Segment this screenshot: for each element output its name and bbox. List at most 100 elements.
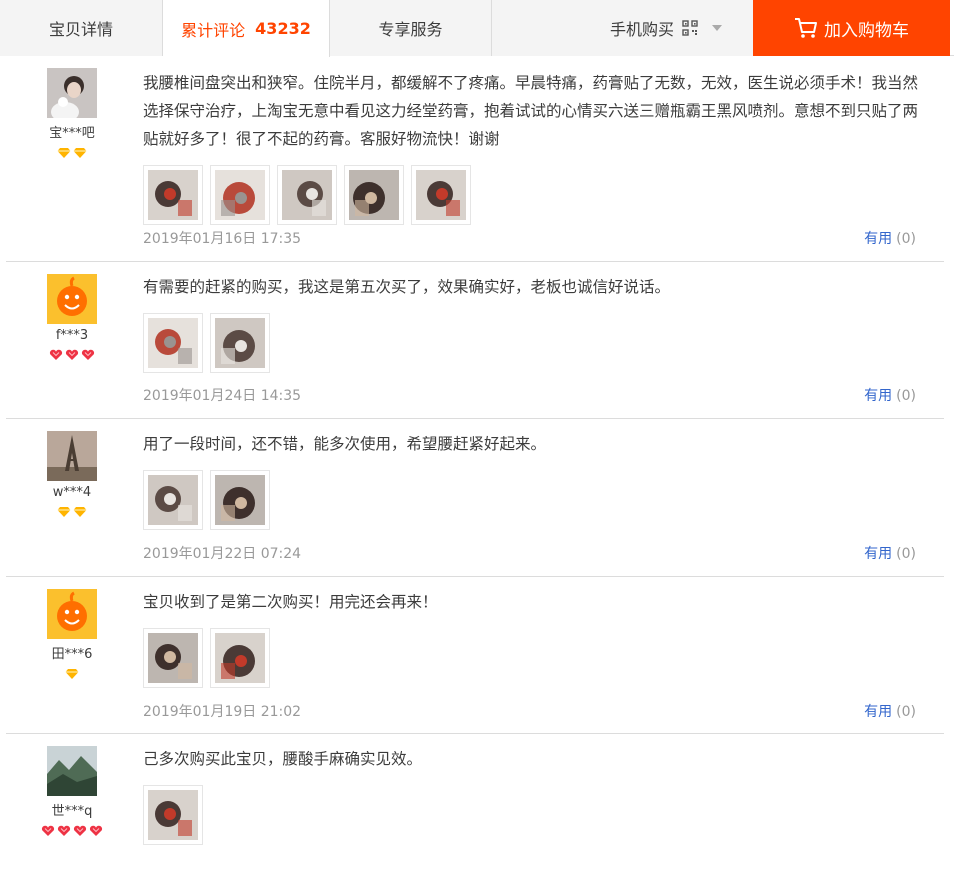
- review-photos: [143, 470, 933, 530]
- review-item: f***3 有需要的赶紧的购买，我这是第五次买了，效果确实好，老板也诚信好说话。…: [6, 262, 944, 419]
- review-date: 2019年01月24日 14:35: [143, 388, 302, 404]
- photo-image: [148, 790, 198, 840]
- reviewer-info: w***4: [6, 431, 138, 520]
- useful-button[interactable]: 有用 (0): [864, 543, 916, 563]
- avatar: [47, 746, 97, 796]
- tab-reviews-label: 累计评论: [181, 20, 246, 40]
- reviewer-nick: 世***q: [51, 804, 93, 819]
- photo-image: [215, 633, 265, 683]
- review-count: 43232: [255, 19, 311, 38]
- useful-button[interactable]: 有用 (0): [864, 228, 916, 248]
- reviewer-level-badges: [6, 147, 138, 161]
- mobile-buy-area: 手机购买: [492, 0, 753, 56]
- avatar: [47, 431, 97, 481]
- review-text: 有需要的赶紧的购买，我这是第五次买了，效果确实好，老板也诚信好说话。: [143, 278, 671, 296]
- review-date: 2019年01月22日 07:24: [143, 546, 302, 562]
- heart-badge-icon: [73, 825, 87, 836]
- useful-count: (0): [896, 546, 916, 562]
- avatar: [47, 589, 97, 639]
- review-photos: [143, 628, 933, 688]
- review-item: 宝***吧 我腰椎间盘突出和狭窄。住院半月，都缓解不了疼痛。早晨特痛，药膏贴了无…: [6, 56, 944, 262]
- review-photo-thumbnail[interactable]: [344, 165, 404, 225]
- avatar: [47, 68, 97, 118]
- reviewer-nick: w***4: [52, 485, 92, 500]
- heart-badge-icon: [65, 349, 79, 360]
- heart-badge-icon: [41, 825, 55, 836]
- heart-badge-icon: [57, 825, 71, 836]
- review-content: 我腰椎间盘突出和狭窄。住院半月，都缓解不了疼痛。早晨特痛，药膏贴了无数，无效，医…: [143, 69, 933, 225]
- diamond-badge-icon: [65, 669, 79, 679]
- tab-detail-label: 宝贝详情: [48, 20, 113, 39]
- heart-badge-icon: [49, 349, 63, 360]
- photo-image: [215, 318, 265, 368]
- reviewer-level-badges: [6, 668, 138, 682]
- photo-image: [148, 475, 198, 525]
- diamond-badge-icon: [73, 148, 87, 158]
- reviewer-level-badges: [6, 349, 138, 363]
- useful-count: (0): [896, 231, 916, 247]
- heart-badge-icon: [81, 349, 95, 360]
- tab-bar: 宝贝详情 累计评论 43232 专享服务 手机购买 加入购物车: [0, 0, 954, 57]
- photo-image: [215, 170, 265, 220]
- mobile-buy-button[interactable]: 手机购买: [610, 0, 723, 56]
- photo-image: [148, 170, 198, 220]
- review-date: 2019年01月16日 17:35: [143, 231, 302, 247]
- review-content: 用了一段时间，还不错，能多次使用，希望腰赶紧好起来。: [143, 430, 933, 530]
- add-to-cart-label: 加入购物车: [824, 20, 909, 41]
- tab-item-detail[interactable]: 宝贝详情: [0, 0, 163, 56]
- review-photo-thumbnail[interactable]: [143, 313, 203, 373]
- reviewer-info: 世***q: [6, 746, 138, 839]
- reviewer-level-badges: [6, 825, 138, 839]
- photo-image: [148, 633, 198, 683]
- qr-code-icon: [682, 20, 698, 36]
- review-item: 田***6 宝贝收到了是第二次购买！用完还会再来！ 2019年01月19日 21…: [6, 577, 944, 734]
- reviewer-nick: f***3: [55, 328, 89, 343]
- diamond-badge-icon: [73, 507, 87, 517]
- useful-label: 有用: [864, 704, 893, 720]
- review-content: 宝贝收到了是第二次购买！用完还会再来！: [143, 588, 933, 688]
- review-text: 用了一段时间，还不错，能多次使用，希望腰赶紧好起来。: [143, 435, 547, 453]
- reviewer-level-badges: [6, 506, 138, 520]
- tab-service[interactable]: 专享服务: [330, 0, 492, 56]
- review-photo-thumbnail[interactable]: [210, 470, 270, 530]
- useful-button[interactable]: 有用 (0): [864, 701, 916, 721]
- useful-button[interactable]: 有用 (0): [864, 385, 916, 405]
- review-photo-thumbnail[interactable]: [210, 165, 270, 225]
- mobile-buy-label: 手机购买: [610, 20, 675, 39]
- review-photo-thumbnail[interactable]: [411, 165, 471, 225]
- review-photos: [143, 313, 933, 373]
- reviewer-info: 宝***吧: [6, 68, 138, 161]
- tab-service-label: 专享服务: [378, 20, 443, 39]
- diamond-badge-icon: [57, 148, 71, 158]
- reviewer-nick: 宝***吧: [49, 126, 95, 141]
- photo-image: [148, 318, 198, 368]
- photo-image: [416, 170, 466, 220]
- review-item: 世***q 己多次购买此宝贝，腰酸手麻确实见效。: [6, 734, 944, 891]
- photo-image: [215, 475, 265, 525]
- useful-count: (0): [896, 388, 916, 404]
- useful-count: (0): [896, 704, 916, 720]
- review-item: w***4 用了一段时间，还不错，能多次使用，希望腰赶紧好起来。 2019年01…: [6, 419, 944, 577]
- photo-image: [282, 170, 332, 220]
- review-photo-thumbnail[interactable]: [143, 785, 203, 845]
- avatar: [47, 274, 97, 324]
- photo-image: [349, 170, 399, 220]
- review-photo-thumbnail[interactable]: [210, 313, 270, 373]
- review-photo-thumbnail[interactable]: [143, 165, 203, 225]
- review-text: 宝贝收到了是第二次购买！用完还会再来！: [143, 593, 438, 611]
- review-photo-thumbnail[interactable]: [210, 628, 270, 688]
- useful-label: 有用: [864, 388, 893, 404]
- review-photos: [143, 785, 933, 845]
- tab-reviews[interactable]: 累计评论 43232: [163, 0, 330, 57]
- review-photo-thumbnail[interactable]: [143, 470, 203, 530]
- review-photo-thumbnail[interactable]: [277, 165, 337, 225]
- review-text: 我腰椎间盘突出和狭窄。住院半月，都缓解不了疼痛。早晨特痛，药膏贴了无数，无效，医…: [143, 74, 919, 148]
- add-to-cart-button[interactable]: 加入购物车: [753, 0, 950, 56]
- review-content: 己多次购买此宝贝，腰酸手麻确实见效。: [143, 745, 933, 845]
- reviewer-info: f***3: [6, 274, 138, 363]
- useful-label: 有用: [864, 231, 893, 247]
- reviewer-nick: 田***6: [51, 647, 93, 662]
- review-photo-thumbnail[interactable]: [143, 628, 203, 688]
- useful-label: 有用: [864, 546, 893, 562]
- review-photos: [143, 165, 933, 225]
